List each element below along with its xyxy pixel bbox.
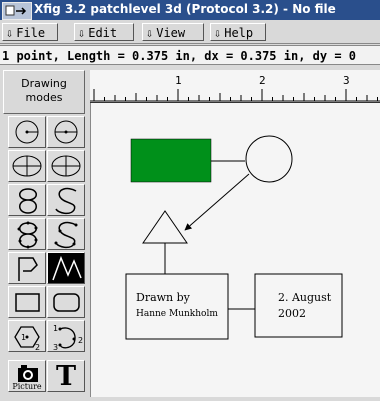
- drawing-modes-label: Drawing modes: [3, 70, 85, 114]
- polygon-label-1: 1: [21, 333, 26, 342]
- circle-radius-tool[interactable]: [8, 116, 46, 148]
- drawing-modes-text: Drawing modes: [21, 77, 67, 104]
- text-tool[interactable]: T: [47, 360, 85, 392]
- arc-icon: 1 2 3: [53, 324, 83, 352]
- picture-tool-label: Picture: [12, 382, 42, 391]
- menu-file[interactable]: ⇩ File: [2, 23, 58, 41]
- ruler-tick-label: 3: [343, 74, 350, 87]
- text-t-icon: T: [55, 361, 77, 392]
- regular-polygon-icon: 1 2: [14, 326, 40, 352]
- polyline-icon: [52, 255, 82, 281]
- ellipse-radius-tool[interactable]: [8, 150, 46, 182]
- ruler-tick-label: 1: [175, 74, 182, 87]
- closed-interp-spline-tool[interactable]: [8, 218, 46, 250]
- polygon-label-2: 2: [35, 343, 40, 352]
- down-arrow-icon: ⇩: [78, 26, 86, 40]
- ruler-tick-label: 2: [259, 74, 266, 87]
- window-title: Xfig 3.2 patchlevel 3d (Protocol 3.2) - …: [34, 2, 336, 16]
- open-spline-icon: [55, 187, 77, 215]
- rectangle-icon: [15, 293, 40, 312]
- horizontal-ruler[interactable]: 1 2 3: [90, 70, 380, 103]
- approx-spline-tool[interactable]: [47, 184, 85, 216]
- menu-bar: ⇩ File ⇩ Edit ⇩ View ⇩ Help: [0, 21, 380, 44]
- figure-drawing: [125, 135, 343, 340]
- polygon-icon: [18, 257, 38, 281]
- drawn-by-box: [125, 273, 229, 340]
- ruler-ticks: 1 2 3: [90, 74, 380, 102]
- circle-diameter-tool[interactable]: [47, 116, 85, 148]
- down-arrow-icon: ⇩: [6, 26, 14, 40]
- regular-polygon-tool[interactable]: 1 2: [8, 320, 46, 352]
- drawn-by-text: Drawn by: [136, 291, 190, 304]
- rectangle-tool[interactable]: [8, 286, 46, 318]
- window-menu-icon[interactable]: [2, 2, 32, 20]
- date-text: 2. August: [278, 291, 332, 304]
- status-message: 1 point, Length = 0.375 in, dx = 0.375 i…: [0, 45, 380, 65]
- circle-shape: [245, 135, 293, 183]
- menu-view[interactable]: ⇩ View: [142, 23, 204, 41]
- arc-tool[interactable]: 1 2 3: [47, 320, 85, 352]
- ellipse-diameter-tool[interactable]: [47, 150, 85, 182]
- arc-label-3: 3: [53, 343, 58, 352]
- closed-spline-icon: [19, 188, 37, 214]
- arc-label-1: 1: [53, 324, 58, 333]
- picture-tool[interactable]: Picture: [8, 360, 46, 392]
- down-arrow-icon: ⇩: [214, 26, 222, 40]
- closed-approx-spline-tool[interactable]: [8, 184, 46, 216]
- ellipse-radius-icon: [12, 155, 42, 177]
- circle-radius-icon: [15, 120, 39, 144]
- year-text: 2002: [278, 307, 306, 320]
- title-bar[interactable]: Xfig 3.2 patchlevel 3d (Protocol 3.2) - …: [0, 0, 380, 20]
- triangle-shape: [142, 210, 188, 244]
- menu-edit[interactable]: ⇩ Edit: [74, 23, 134, 41]
- menu-edit-label: Edit: [88, 26, 118, 40]
- closed-interp-spline-icon: [17, 221, 38, 249]
- polygon-tool[interactable]: [8, 252, 46, 284]
- author-name-text: Hanne Munkholm: [136, 309, 218, 319]
- date-box: [254, 273, 343, 338]
- rounded-rectangle-tool[interactable]: [47, 286, 85, 318]
- menu-help-label: Help: [224, 26, 254, 40]
- interp-spline-icon: [54, 221, 78, 249]
- menu-file-label: File: [16, 26, 46, 40]
- menu-view-label: View: [156, 26, 186, 40]
- polyline-tool[interactable]: [47, 252, 85, 284]
- drawing-canvas[interactable]: Drawn by Hanne Munkholm 2. August 2002: [90, 103, 380, 397]
- ellipse-diameter-icon: [51, 155, 81, 177]
- circle-diameter-icon: [54, 120, 78, 144]
- arc-label-2: 2: [78, 336, 83, 345]
- filled-rectangle: [130, 138, 212, 183]
- menu-help[interactable]: ⇩ Help: [210, 23, 266, 41]
- interp-spline-tool[interactable]: [47, 218, 85, 250]
- arrow-line: [184, 173, 250, 231]
- down-arrow-icon: ⇩: [146, 26, 154, 40]
- rounded-rectangle-icon: [53, 293, 80, 312]
